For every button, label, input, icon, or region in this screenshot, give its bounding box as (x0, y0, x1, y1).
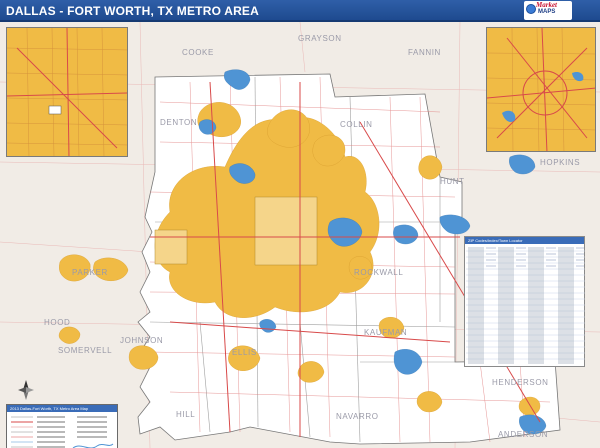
map-legend: 2013 Dallas-Fort Worth, TX Metro Area Ma… (6, 404, 118, 448)
county-label-hunt: HUNT (440, 177, 465, 186)
county-label-henderson: HENDERSON (492, 378, 549, 387)
index-table-header: ZIP Codes/Index/Town Locator (465, 237, 584, 244)
logo-word-bottom: MAPS (538, 9, 556, 15)
county-label-cooke: COOKE (182, 48, 214, 57)
inset-fort-worth-map (7, 28, 127, 156)
legend-title: 2013 Dallas-Fort Worth, TX Metro Area Ma… (7, 405, 117, 412)
county-label-grayson: GRAYSON (298, 34, 342, 43)
map-area[interactable]: COOKE GRAYSON FANNIN DENTON COLLIN HOPKI… (0, 22, 600, 448)
index-table-body (466, 245, 585, 365)
legend-symbols (11, 416, 114, 448)
market-maps-logo[interactable]: Market MAPS (524, 1, 572, 20)
county-label-kaufman: KAUFMAN (364, 328, 408, 337)
county-label-johnson: JOHNSON (120, 336, 164, 345)
title-bar: DALLAS - FORT WORTH, TX METRO AREA Marke… (0, 0, 600, 22)
county-label-hill: HILL (176, 410, 196, 419)
logo-word-top: Market (536, 1, 557, 9)
county-label-ellis: ELLIS (232, 348, 257, 357)
inset-fort-worth[interactable] (6, 27, 128, 157)
north-arrow-icon (18, 380, 34, 400)
inset-dallas[interactable] (486, 27, 596, 152)
county-label-fannin: FANNIN (408, 48, 441, 57)
county-label-somervell: SOMERVELL (58, 346, 113, 355)
county-label-parker: PARKER (72, 268, 108, 277)
globe-icon (526, 4, 536, 14)
county-label-rockwall: ROCKWALL (354, 268, 404, 277)
inset-dallas-map (487, 28, 595, 151)
map-title: DALLAS - FORT WORTH, TX METRO AREA (6, 4, 259, 18)
county-label-anderson: ANDERSON (498, 430, 549, 439)
county-label-collin: COLLIN (340, 120, 373, 129)
header-badge-icon (574, 3, 598, 19)
county-label-navarro: NAVARRO (336, 412, 379, 421)
county-label-hopkins: HOPKINS (540, 158, 581, 167)
county-label-denton: DENTON (160, 118, 198, 127)
zip-index-table[interactable]: ZIP Codes/Index/Town Locator (464, 236, 585, 367)
index-table-rows (466, 247, 585, 364)
county-label-hood: HOOD (44, 318, 71, 327)
